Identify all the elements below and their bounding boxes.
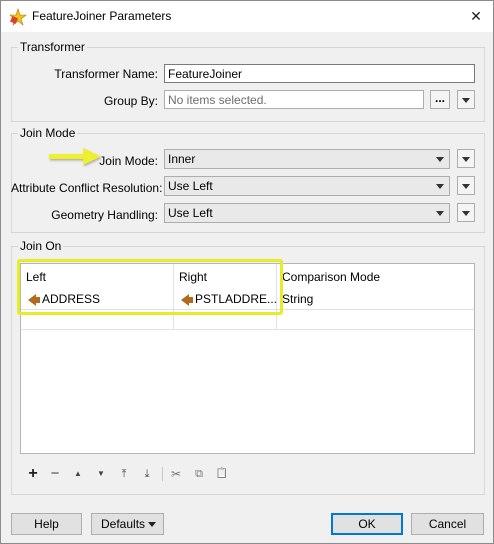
transformer-name-input[interactable]: FeatureJoiner bbox=[164, 64, 475, 83]
join-mode-legend: Join Mode bbox=[18, 126, 78, 140]
move-bottom-icon[interactable]: ⤓ bbox=[139, 466, 155, 482]
row-divider bbox=[21, 329, 474, 330]
column-header-comparison-mode[interactable]: Comparison Mode bbox=[282, 270, 380, 284]
ellipsis-text: ... bbox=[434, 91, 445, 105]
chevron-down-icon bbox=[436, 184, 444, 189]
chevron-down-icon bbox=[436, 157, 444, 162]
conflict-resolution-value: Use Left bbox=[168, 179, 213, 193]
conflict-resolution-select[interactable]: Use Left bbox=[164, 176, 450, 196]
highlight-box bbox=[17, 259, 283, 315]
conflict-resolution-label: Attribute Conflict Resolution: bbox=[11, 181, 163, 195]
remove-row-icon[interactable]: − bbox=[47, 466, 63, 482]
move-up-icon[interactable]: ▲ bbox=[70, 466, 86, 482]
group-by-input[interactable]: No items selected. bbox=[164, 90, 424, 109]
join-on-legend: Join On bbox=[18, 239, 64, 253]
conflict-resolution-menu-button[interactable] bbox=[457, 176, 475, 195]
move-top-icon[interactable]: ⤒ bbox=[116, 466, 132, 482]
join-mode-label: Join Mode: bbox=[99, 154, 158, 168]
close-button[interactable]: ✕ bbox=[463, 5, 489, 27]
dialog-window: FeatureJoiner Parameters ✕ Transformer T… bbox=[0, 0, 494, 544]
transformer-legend: Transformer bbox=[18, 40, 87, 54]
join-mode-value: Inner bbox=[168, 152, 196, 166]
chevron-down-icon bbox=[462, 211, 470, 216]
chevron-down-icon bbox=[436, 211, 444, 216]
ok-button-label: OK bbox=[358, 517, 376, 531]
chevron-down-icon bbox=[462, 184, 470, 189]
paste-icon[interactable]: 📋 bbox=[214, 466, 230, 482]
group-by-ellipsis-button[interactable]: ... bbox=[430, 90, 450, 109]
cut-icon[interactable]: ✂ bbox=[168, 466, 184, 482]
help-button-label: Help bbox=[34, 517, 59, 531]
title-bar: FeatureJoiner Parameters ✕ bbox=[1, 1, 493, 32]
help-button[interactable]: Help bbox=[11, 513, 82, 535]
defaults-button-label: Defaults bbox=[101, 517, 146, 531]
geometry-handling-value: Use Left bbox=[168, 206, 213, 220]
defaults-button[interactable]: Defaults bbox=[91, 513, 164, 535]
chevron-down-icon bbox=[148, 522, 156, 527]
geometry-handling-select[interactable]: Use Left bbox=[164, 203, 450, 223]
chevron-down-icon bbox=[462, 98, 470, 103]
geometry-handling-label: Geometry Handling: bbox=[51, 208, 158, 222]
join-mode-select[interactable]: Inner bbox=[164, 149, 450, 169]
chevron-down-icon bbox=[462, 157, 470, 162]
ok-button[interactable]: OK bbox=[331, 513, 403, 535]
join-mode-menu-button[interactable] bbox=[457, 149, 475, 168]
cancel-button[interactable]: Cancel bbox=[411, 513, 484, 535]
group-by-menu-button[interactable] bbox=[457, 90, 475, 109]
transformer-name-label: Transformer Name: bbox=[54, 67, 158, 81]
geometry-handling-menu-button[interactable] bbox=[457, 203, 475, 222]
toolbar-separator bbox=[162, 467, 163, 481]
window-title: FeatureJoiner Parameters bbox=[32, 9, 172, 23]
move-down-icon[interactable]: ▼ bbox=[93, 466, 109, 482]
add-row-icon[interactable]: + bbox=[25, 466, 41, 482]
cancel-button-label: Cancel bbox=[428, 517, 467, 531]
table-row-comparison-cell[interactable]: String bbox=[282, 292, 313, 306]
featurejoiner-app-icon bbox=[9, 8, 27, 26]
transformer-group: Transformer bbox=[11, 40, 485, 122]
group-by-label: Group By: bbox=[103, 94, 158, 108]
copy-icon[interactable]: ⧉ bbox=[191, 466, 207, 482]
